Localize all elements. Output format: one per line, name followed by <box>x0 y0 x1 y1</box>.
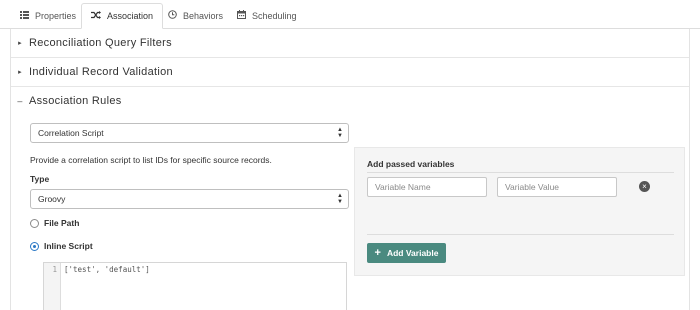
section-title: Reconciliation Query Filters <box>29 37 172 49</box>
select-value: Correlation Script <box>38 128 104 138</box>
file-path-label: File Path <box>44 218 80 228</box>
type-select[interactable]: Groovy ▲ ▼ <box>30 189 349 209</box>
inline-script-radio[interactable] <box>30 242 39 251</box>
add-variable-button[interactable]: + Add Variable <box>367 243 446 263</box>
line-number: 1 <box>52 265 57 274</box>
tab-label: Behaviors <box>183 10 224 21</box>
section-individual-record-validation[interactable]: ▸ Individual Record Validation <box>11 58 689 87</box>
section-title: Association Rules <box>29 95 122 107</box>
select-arrows-icon: ▲ ▼ <box>337 193 343 205</box>
section-association-rules[interactable]: – Association Rules <box>11 87 689 115</box>
variable-name-input[interactable] <box>367 177 487 197</box>
inline-script-editor[interactable]: 1 ['test', 'default'] <box>43 262 347 310</box>
tab-label: Properties <box>35 10 77 21</box>
calendar-icon <box>237 10 246 21</box>
tab-scheduling[interactable]: Scheduling <box>237 3 297 28</box>
select-arrows-icon: ▲ ▼ <box>337 127 343 139</box>
add-variable-label: Add Variable <box>386 248 439 258</box>
passed-variables-card: Add passed variables × + Add Variable <box>354 147 685 276</box>
select-value: Groovy <box>38 194 66 204</box>
clock-icon <box>168 10 177 21</box>
plus-icon: + <box>374 247 381 259</box>
caret-right-icon: ▸ <box>18 69 22 76</box>
editor-gutter: 1 <box>44 263 61 310</box>
remove-variable-icon[interactable]: × <box>639 181 650 192</box>
association-rule-select[interactable]: Correlation Script ▲ ▼ <box>30 123 349 143</box>
file-path-radio[interactable] <box>30 219 39 228</box>
tab-label: Scheduling <box>252 10 297 21</box>
section-title: Individual Record Validation <box>29 66 173 78</box>
tab-association[interactable]: Association <box>81 3 164 29</box>
caret-right-icon: ▸ <box>18 40 22 47</box>
collapse-dash-icon: – <box>17 96 23 106</box>
code-line: ['test', 'default'] <box>64 265 150 274</box>
tab-properties[interactable]: Properties <box>20 3 76 28</box>
shuffle-icon <box>91 11 101 21</box>
card-title: Add passed variables <box>367 159 455 169</box>
inline-script-label: Inline Script <box>44 241 93 251</box>
list-icon <box>20 10 29 21</box>
variable-value-input[interactable] <box>497 177 617 197</box>
tab-behaviors[interactable]: Behaviors <box>168 3 223 28</box>
divider <box>367 172 674 173</box>
section-reconciliation-query-filters[interactable]: ▸ Reconciliation Query Filters <box>11 29 689 58</box>
tab-bar: Properties Association Behaviors Schedul… <box>0 0 700 29</box>
tab-label: Association <box>107 11 154 21</box>
type-label: Type <box>30 174 50 184</box>
association-description: Provide a correlation script to list IDs… <box>30 155 272 165</box>
divider <box>367 234 674 235</box>
